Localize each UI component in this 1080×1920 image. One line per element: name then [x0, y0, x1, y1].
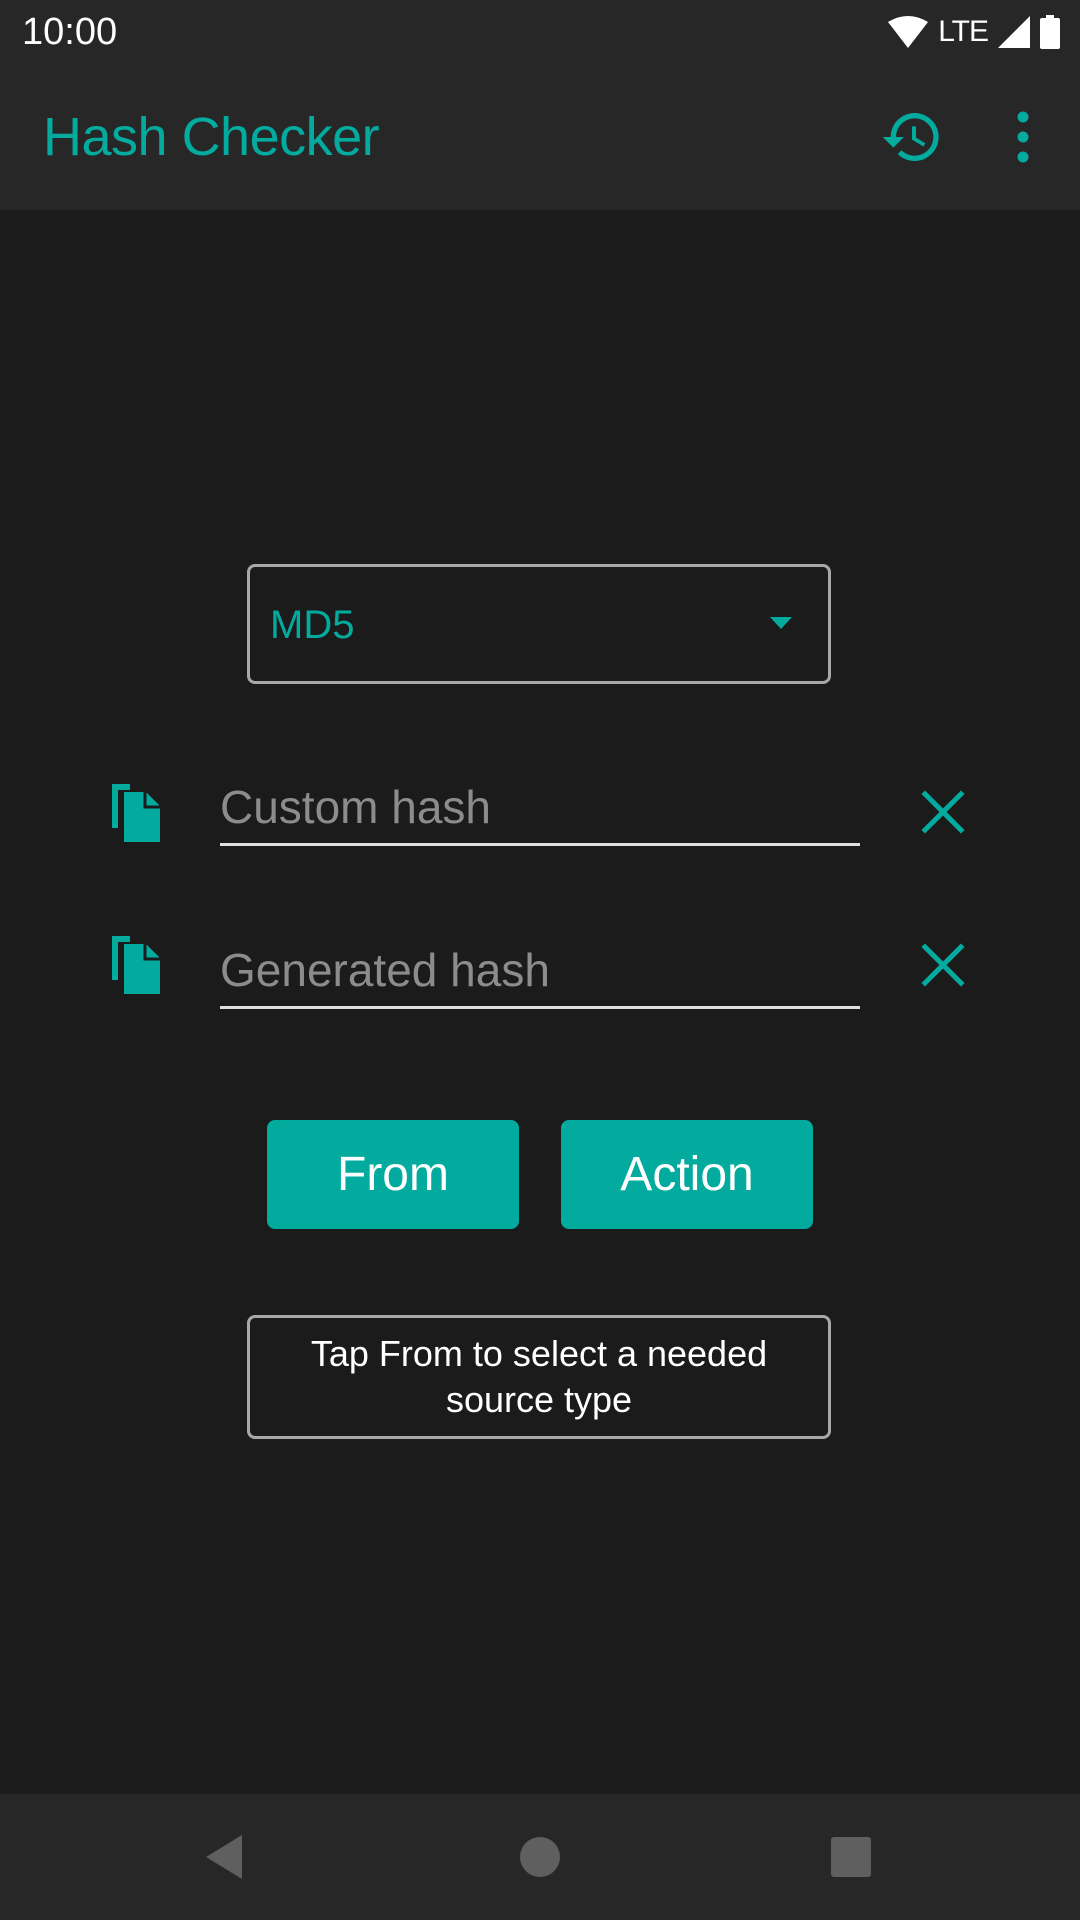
- status-icons: LTE: [888, 12, 1060, 52]
- recents-icon[interactable]: [823, 1829, 879, 1885]
- hash-checker-screen: 10:00 LTE Hash Checker MD5 Custom hash G…: [0, 0, 1080, 1920]
- app-title: Hash Checker: [43, 107, 380, 167]
- history-icon[interactable]: [880, 105, 944, 169]
- generated-hash-input[interactable]: [220, 939, 860, 1009]
- custom-hash-input[interactable]: [220, 776, 860, 846]
- navigation-bar: [0, 1794, 1080, 1920]
- cell-signal-icon: [998, 16, 1030, 48]
- action-button[interactable]: Action: [561, 1120, 813, 1229]
- from-button[interactable]: From: [267, 1120, 519, 1229]
- back-icon[interactable]: [198, 1829, 254, 1885]
- more-vert-icon[interactable]: [1005, 105, 1041, 169]
- info-message: Tap From to select a needed source type: [247, 1315, 831, 1439]
- copy-generated-hash-icon[interactable]: [108, 934, 162, 994]
- dropdown-arrow-icon: [770, 617, 792, 629]
- home-icon[interactable]: [512, 1829, 568, 1885]
- paste-custom-hash-icon[interactable]: [108, 782, 162, 842]
- status-time: 10:00: [22, 11, 118, 53]
- app-bar: Hash Checker: [0, 63, 1080, 210]
- battery-icon: [1040, 15, 1060, 49]
- hash-type-dropdown[interactable]: MD5: [247, 564, 831, 684]
- status-bar: 10:00 LTE: [0, 0, 1080, 63]
- hash-type-value: MD5: [270, 603, 355, 647]
- wifi-icon: [888, 16, 929, 48]
- network-type-label: LTE: [938, 15, 989, 48]
- clear-generated-hash-icon[interactable]: [921, 943, 965, 987]
- clear-custom-hash-icon[interactable]: [921, 790, 965, 834]
